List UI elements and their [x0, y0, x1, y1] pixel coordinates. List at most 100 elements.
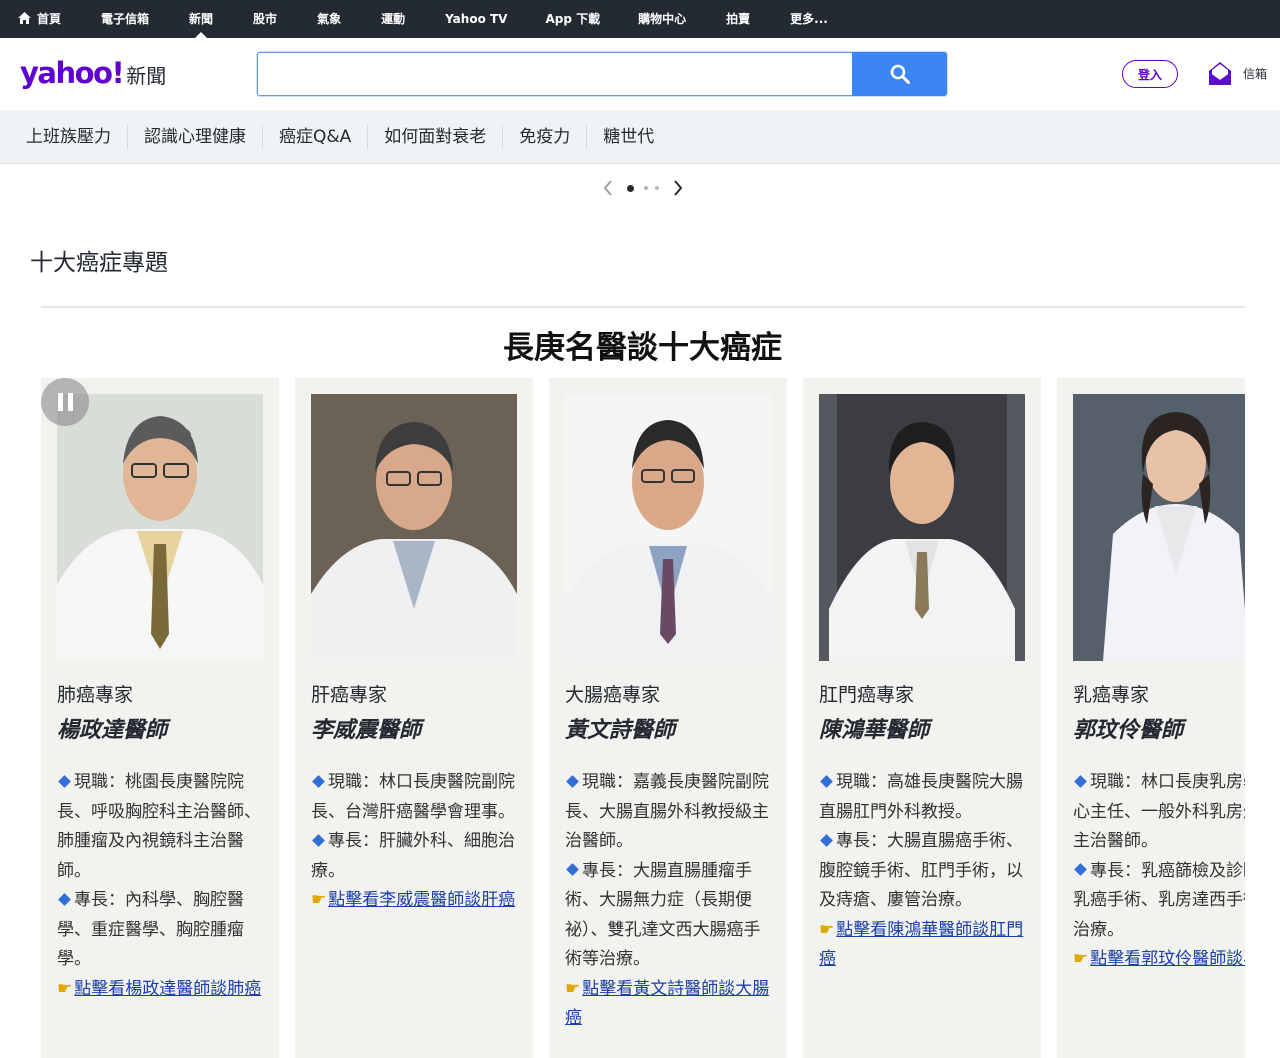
- carousel-pause-button[interactable]: [41, 378, 89, 426]
- top-nav-bar: 首頁 電子信箱 新聞 股市 氣象 運動 Yahoo TV App 下載 購物中心…: [0, 0, 1280, 38]
- topics-bar: 上班族壓力 認識心理健康 癌症Q&A 如何面對衰老 免疫力 糖世代: [0, 110, 1280, 164]
- search-input[interactable]: [258, 53, 852, 95]
- doctor-description: 現職：林口長庚醫院副院長、台灣肝癌醫學會理事。 專長：肝臟外科、細胞治療。 ☛ 點…: [311, 768, 523, 916]
- diamond-icon: [566, 863, 579, 876]
- doctor-photo: [565, 394, 771, 661]
- bullet-text: 現職：嘉義長庚醫院副院長、大腸直腸外科教授級主治醫師。: [565, 772, 769, 851]
- link-line: ☛ 點擊看黃文詩醫師談大腸癌: [565, 975, 777, 1034]
- nav-mail[interactable]: 電子信箱: [101, 0, 149, 38]
- bullet-text: 現職：高雄長庚醫院大腸直腸肛門外科教授。: [819, 772, 1023, 822]
- mail-label: 信箱: [1243, 66, 1268, 81]
- nav-weather[interactable]: 氣象: [317, 0, 341, 38]
- topic-immunity[interactable]: 免疫力: [503, 124, 588, 149]
- doctor-card: 肝癌專家 李威震醫師 現職：林口長庚醫院副院長、台灣肝癌醫學會理事。 專長：肝臟…: [295, 378, 533, 1058]
- doctor-name: 郭玟伶醫師: [1073, 718, 1184, 743]
- link-line: ☛點擊看郭玟伶醫師談乳癌: [1073, 945, 1245, 975]
- bullet-line: 現職：高雄長庚醫院大腸直腸肛門外科教授。: [819, 768, 1031, 827]
- link-line: ☛ 點擊看陳鴻華醫師談肛門癌: [819, 916, 1031, 975]
- divider: [41, 306, 1245, 308]
- nav-sports[interactable]: 運動: [381, 0, 405, 38]
- mail-icon: [1209, 62, 1231, 85]
- pointing-hand-icon: ☛: [819, 919, 835, 940]
- diamond-icon: [312, 833, 325, 847]
- pointing-hand-icon: ☛: [57, 978, 73, 999]
- diamond-icon: [312, 774, 325, 788]
- doctor-role: 乳癌專家: [1073, 684, 1150, 706]
- doctor-photo: [57, 394, 263, 661]
- banner-title: 長庚名醫談十大癌症: [503, 330, 782, 366]
- nav-news[interactable]: 新聞: [189, 0, 213, 38]
- doctor-card: 肺癌專家 楊政達醫師 現職：桃園長庚醫院院長、呼吸胸腔科主治醫師、肺腫瘤及內視鏡…: [41, 378, 279, 1058]
- search-box: [257, 52, 947, 96]
- section-title: 十大癌症專題: [30, 250, 168, 276]
- pager-dot-3[interactable]: [655, 186, 659, 190]
- bullet-line: 專長：肝臟外科、細胞治療。: [311, 827, 523, 886]
- topic-mental-health[interactable]: 認識心理健康: [128, 124, 263, 149]
- bullet-line: 現職：林口長庚醫院副院長、台灣肝癌醫學會理事。: [311, 768, 523, 827]
- bullet-line: 專長：乳癌篩檢及診斷、乳癌手術、乳房達西手術等治療。: [1073, 857, 1245, 946]
- yahoo-news-logo[interactable]: yahoo! 新聞: [20, 56, 166, 92]
- bullet-text: 專長：肝臟外科、細胞治療。: [311, 831, 515, 881]
- chevron-left-icon[interactable]: [602, 178, 614, 198]
- link-line: ☛ 點擊看楊政達醫師談肺癌: [57, 975, 269, 1005]
- search-button[interactable]: [852, 52, 947, 96]
- diamond-icon: [1074, 863, 1087, 876]
- mail-link[interactable]: 信箱: [1208, 60, 1267, 86]
- doctor-name: 李威震醫師: [311, 718, 422, 743]
- topic-sugar-generation[interactable]: 糖世代: [587, 125, 670, 149]
- bullet-text: 專長：內科學、胸腔醫學、重症醫學、胸腔腫瘤學。: [57, 890, 244, 969]
- nav-home-label: 首頁: [37, 12, 62, 26]
- bullet-text: 現職：林口長庚乳房學中心主任、一般外科乳房外科主治醫師。: [1073, 772, 1245, 851]
- doctor-photo: [1073, 394, 1245, 661]
- diamond-icon: [820, 774, 833, 788]
- topic-cancer-qa[interactable]: 癌症Q&A: [263, 124, 369, 149]
- nav-yahoo-tv[interactable]: Yahoo TV: [445, 0, 507, 38]
- diamond-icon: [58, 892, 71, 906]
- pause-bar: [67, 393, 73, 411]
- nav-auction[interactable]: 拍賣: [726, 0, 750, 38]
- search-icon: [890, 64, 910, 84]
- topic-work-stress[interactable]: 上班族壓力: [10, 124, 128, 149]
- bullet-line: 現職：桃園長庚醫院院長、呼吸胸腔科主治醫師、肺腫瘤及內視鏡科主治醫師。: [57, 768, 269, 886]
- nav-shopping[interactable]: 購物中心: [638, 0, 686, 38]
- topic-aging[interactable]: 如何面對衰老: [368, 124, 504, 149]
- bullet-text: 現職：林口長庚醫院副院長、台灣肝癌醫學會理事。: [311, 772, 515, 822]
- logo-brand: yahoo!: [20, 56, 125, 90]
- bullet-line: 專長：大腸直腸癌手術、腹腔鏡手術、肛門手術，以及痔瘡、廔管治療。: [819, 827, 1031, 916]
- doctor-role: 肛門癌專家: [819, 684, 915, 706]
- doctor-photo: [819, 394, 1025, 661]
- nav-stocks[interactable]: 股市: [253, 0, 277, 38]
- doctor-carousel: 肺癌專家 楊政達醫師 現職：桃園長庚醫院院長、呼吸胸腔科主治醫師、肺腫瘤及內視鏡…: [41, 378, 1245, 1058]
- doctor-article-link[interactable]: 點擊看陳鴻華醫師談肛門癌: [819, 920, 1023, 970]
- header: yahoo! 新聞 登入 信箱: [0, 38, 1280, 110]
- link-line: ☛ 點擊看李威震醫師談肝癌: [311, 886, 523, 916]
- pointing-hand-icon: ☛: [1073, 949, 1089, 969]
- bullet-text: 專長：乳癌篩檢及診斷、乳癌手術、乳房達西手術等治療。: [1073, 860, 1245, 940]
- diamond-icon: [58, 774, 71, 788]
- doctor-card: 乳癌專家 郭玟伶醫師 現職：林口長庚乳房學中心主任、一般外科乳房外科主治醫師。 …: [1057, 378, 1245, 1058]
- nav-app-download[interactable]: App 下載: [545, 0, 600, 38]
- nav-home[interactable]: 首頁: [18, 0, 61, 38]
- doctor-article-link[interactable]: 點擊看李威震醫師談肝癌: [328, 890, 515, 910]
- doctor-article-link[interactable]: 點擊看黃文詩醫師談大腸癌: [565, 979, 769, 1029]
- doctor-photo: [311, 394, 517, 661]
- diamond-icon: [1074, 774, 1087, 788]
- doctor-role: 肝癌專家: [311, 684, 388, 706]
- chevron-right-icon[interactable]: [672, 178, 684, 198]
- bullet-line: 現職：林口長庚乳房學中心主任、一般外科乳房外科主治醫師。: [1073, 768, 1245, 857]
- bullet-text: 現職：桃園長庚醫院院長、呼吸胸腔科主治醫師、肺腫瘤及內視鏡科主治醫師。: [57, 772, 261, 881]
- doctor-card: 肛門癌專家 陳鴻華醫師 現職：高雄長庚醫院大腸直腸肛門外科教授。 專長：大腸直腸…: [803, 378, 1041, 1058]
- pager-dot-2[interactable]: [644, 186, 648, 190]
- bullet-text: 專長：大腸直腸腫瘤手術、大腸無力症（長期便祕）、雙孔達文西大腸癌手術等治療。: [565, 860, 761, 970]
- logo-section: 新聞: [126, 64, 167, 88]
- diamond-icon: [566, 774, 579, 788]
- doctor-article-link[interactable]: 點擊看楊政達醫師談肺癌: [74, 979, 261, 999]
- nav-more[interactable]: 更多...: [790, 0, 828, 38]
- home-icon: [18, 12, 31, 24]
- login-button[interactable]: 登入: [1122, 60, 1178, 88]
- bullet-text: 專長：大腸直腸癌手術、腹腔鏡手術、肛門手術，以及痔瘡、廔管治療。: [819, 831, 1023, 910]
- doctor-article-link[interactable]: 點擊看郭玟伶醫師談乳癌: [1090, 949, 1245, 969]
- bullet-line: 現職：嘉義長庚醫院副院長、大腸直腸外科教授級主治醫師。: [565, 768, 777, 857]
- doctor-description: 現職：高雄長庚醫院大腸直腸肛門外科教授。 專長：大腸直腸癌手術、腹腔鏡手術、肛門…: [819, 768, 1031, 975]
- pager-dot-1[interactable]: [627, 185, 634, 192]
